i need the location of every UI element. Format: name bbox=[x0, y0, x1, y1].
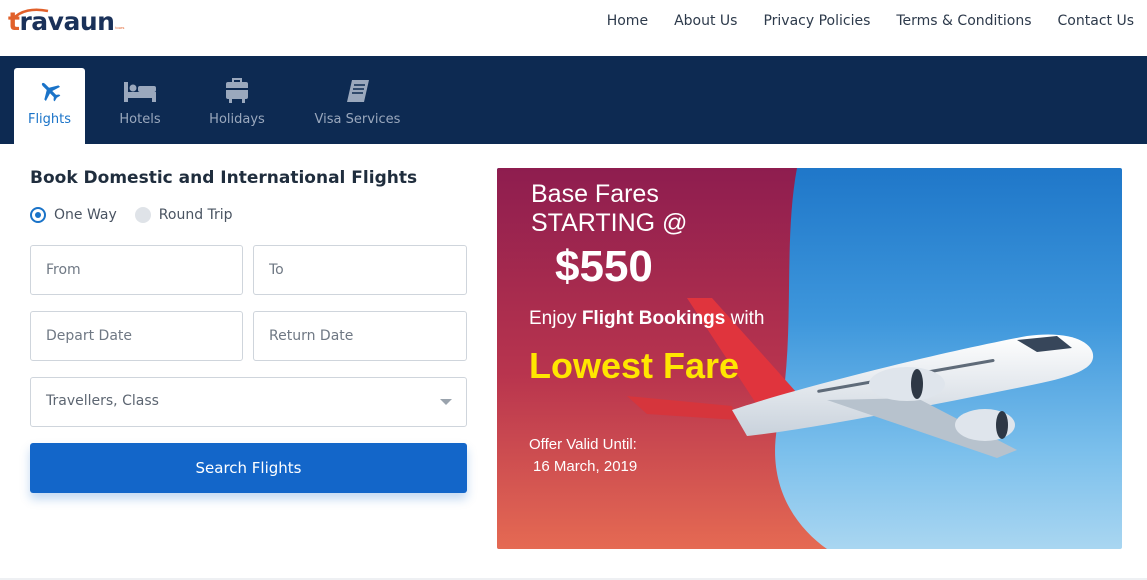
to-input[interactable] bbox=[254, 246, 466, 294]
radio-one-way-label: One Way bbox=[54, 207, 117, 223]
nav-home[interactable]: Home bbox=[607, 12, 648, 30]
from-input[interactable] bbox=[31, 246, 242, 294]
plane-icon bbox=[41, 82, 60, 102]
passport-icon bbox=[346, 80, 369, 102]
tab-visa-services-label: Visa Services bbox=[314, 112, 401, 127]
return-date-input[interactable] bbox=[254, 312, 466, 360]
promo-line-1: Base Fares bbox=[531, 180, 659, 208]
tab-visa-services[interactable]: Visa Services bbox=[310, 68, 405, 144]
logo-tagline: tours bbox=[115, 25, 125, 30]
tab-flights[interactable]: Flights bbox=[14, 68, 85, 144]
search-flights-button[interactable]: Search Flights bbox=[30, 443, 467, 493]
nav-terms-conditions[interactable]: Terms & Conditions bbox=[896, 12, 1031, 30]
travellers-class-select[interactable]: Travellers, Class bbox=[30, 377, 467, 427]
suitcase-icon bbox=[226, 78, 248, 103]
to-field bbox=[253, 245, 467, 295]
chevron-down-icon bbox=[440, 399, 452, 405]
travellers-class-value: Travellers, Class bbox=[46, 393, 159, 409]
promo-enjoy-prefix: Enjoy bbox=[529, 308, 582, 329]
promo-headline: Lowest Fare bbox=[529, 345, 740, 386]
top-navbar: travaun tours Home About Us Privacy Poli… bbox=[0, 0, 1147, 56]
bed-icon bbox=[124, 82, 156, 102]
nav-about-us[interactable]: About Us bbox=[674, 12, 737, 30]
promo-valid-date: 16 March, 2019 bbox=[533, 458, 638, 475]
tab-hotels-label: Hotels bbox=[119, 112, 161, 127]
tab-flights-label: Flights bbox=[27, 112, 72, 127]
promo-line-2: STARTING @ bbox=[531, 209, 688, 237]
promo-banner[interactable]: Base Fares STARTING @ $550 Enjoy Flight … bbox=[497, 168, 1122, 549]
trip-type-group: One Way Round Trip bbox=[30, 207, 251, 223]
main-nav: Home About Us Privacy Policies Terms & C… bbox=[581, 12, 1134, 30]
radio-round-trip[interactable]: Round Trip bbox=[134, 207, 233, 223]
brand-logo[interactable]: travaun tours bbox=[8, 6, 124, 36]
nav-contact-us[interactable]: Contact Us bbox=[1058, 12, 1134, 30]
logo-swoosh-icon bbox=[11, 8, 49, 21]
radio-one-way[interactable]: One Way bbox=[30, 207, 117, 223]
promo-price: $550 bbox=[555, 242, 653, 291]
booking-title: Book Domestic and International Flights bbox=[30, 168, 418, 188]
radio-one-way-indicator[interactable] bbox=[30, 207, 46, 223]
radio-round-trip-label: Round Trip bbox=[158, 207, 233, 223]
promo-enjoy-bold: Flight Bookings bbox=[581, 308, 726, 329]
service-tabs-bar: Flights Hotels Holidays Visa Services bbox=[0, 56, 1147, 144]
tab-hotels[interactable]: Hotels bbox=[108, 68, 172, 144]
depart-date-input[interactable] bbox=[31, 312, 242, 360]
promo-enjoy: Enjoy Flight Bookings with bbox=[529, 308, 764, 330]
depart-date-field bbox=[30, 311, 243, 361]
tab-holidays[interactable]: Holidays bbox=[204, 68, 270, 144]
return-date-field bbox=[253, 311, 467, 361]
tab-holidays-label: Holidays bbox=[209, 112, 265, 127]
promo-valid-label: Offer Valid Until: bbox=[529, 436, 637, 453]
from-field bbox=[30, 245, 243, 295]
promo-enjoy-suffix: with bbox=[725, 308, 765, 329]
radio-round-trip-indicator[interactable] bbox=[134, 207, 151, 223]
nav-privacy-policies[interactable]: Privacy Policies bbox=[763, 12, 870, 30]
